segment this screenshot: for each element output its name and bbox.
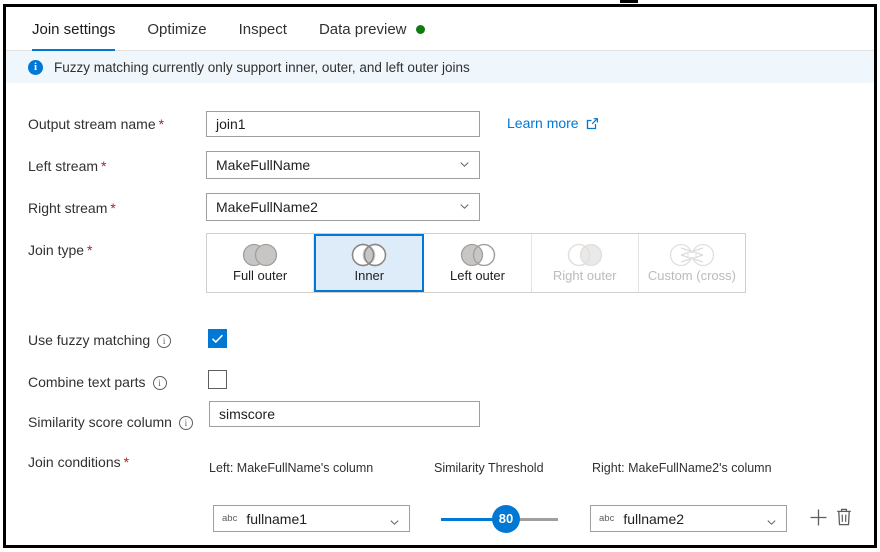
tab-join-settings[interactable]: Join settings [24,7,131,51]
label-text: Output stream name [28,116,156,132]
right-stream-value: MakeFullName2 [216,199,318,215]
tab-inspect[interactable]: Inspect [223,7,303,51]
abc-type-icon: abc [599,513,615,524]
join-type-option-inner[interactable]: Inner [314,234,425,292]
label-text: Join conditions [28,454,121,470]
chevron-down-icon [767,514,776,525]
required-marker: * [158,116,165,132]
data-preview-status-dot-icon [415,24,425,34]
info-tooltip-icon[interactable]: i [178,416,193,430]
condition-header-right: Right: MakeFullName2's column [592,461,772,475]
similarity-score-column-label: Similarity score column i [28,414,193,430]
join-type-label-text: Inner [354,268,385,283]
tab-label: Inspect [238,20,287,38]
abc-type-icon: abc [222,513,238,524]
join-type-label-text: Full outer [233,268,288,283]
similarity-score-column-input[interactable]: simscore [209,401,480,427]
label-text: Right stream [28,200,108,216]
right-column-value: fullname2 [623,510,685,527]
required-marker: * [110,200,116,216]
info-circle-icon: i [28,59,43,75]
chevron-down-icon [460,202,469,211]
join-settings-panel: Join settings Optimize Inspect Data prev… [6,7,874,545]
join-type-option-right-outer: Right outer [532,234,639,292]
tab-data-preview[interactable]: Data preview [303,7,441,51]
required-marker: * [101,158,107,174]
join-type-selector: Full outer Inner Left outer Right outer … [206,233,746,293]
delete-condition-button[interactable] [835,507,853,532]
use-fuzzy-matching-label: Use fuzzy matching i [28,332,172,348]
tab-bar: Join settings Optimize Inspect Data prev… [6,7,874,51]
right-column-dropdown[interactable]: abc fullname2 [590,505,787,532]
join-type-option-custom-cross: Custom (cross) [639,234,745,292]
left-column-dropdown[interactable]: abc fullname1 [213,505,410,532]
join-type-label-text: Right outer [552,268,617,283]
info-tooltip-icon[interactable]: i [152,376,167,390]
chevron-down-icon [390,514,399,525]
similarity-score-column-value: simscore [219,406,276,422]
output-stream-name-label: Output stream name * [28,116,164,132]
venn-full-outer-icon [237,243,283,267]
output-stream-name-input[interactable]: join1 [206,111,480,137]
tab-label: Join settings [32,20,116,38]
join-type-label: Join type * [28,242,93,258]
venn-right-outer-icon [562,243,608,267]
chevron-down-icon [460,160,469,169]
required-marker: * [87,242,93,258]
window-top-marker [620,0,638,3]
join-conditions-label: Join conditions * [28,454,129,470]
output-stream-name-value: join1 [216,116,246,132]
tab-label: Data preview [318,20,407,38]
venn-cross-icon [667,243,717,267]
slider-thumb[interactable]: 80 [492,504,520,533]
add-condition-button[interactable] [809,508,828,532]
tab-label: Optimize [147,20,207,38]
right-stream-dropdown[interactable]: MakeFullName2 [206,193,480,221]
left-column-value: fullname1 [246,510,308,527]
learn-more-label: Learn more [507,115,579,131]
required-marker: * [123,454,130,470]
label-text: Use fuzzy matching [28,332,151,348]
label-text: Left stream [28,158,99,174]
app-root: Join settings Optimize Inspect Data prev… [0,0,880,552]
label-text: Join type [28,242,85,258]
join-type-option-left-outer[interactable]: Left outer [424,234,532,292]
label-text: Combine text parts [28,374,146,390]
learn-more-link[interactable]: Learn more [507,115,599,131]
use-fuzzy-matching-checkbox[interactable] [208,329,227,348]
dialog-frame: Join settings Optimize Inspect Data prev… [3,4,877,548]
plus-icon [809,509,828,531]
tab-list: Join settings Optimize Inspect Data prev… [24,7,441,51]
join-type-label-text: Custom (cross) [647,268,736,283]
tab-optimize[interactable]: Optimize [131,7,222,51]
combine-text-parts-label: Combine text parts i [28,374,167,390]
right-stream-label: Right stream * [28,200,116,216]
join-settings-form: Output stream name * join1 Learn more Le… [6,83,874,545]
info-tooltip-icon[interactable]: i [157,334,172,348]
combine-text-parts-checkbox[interactable] [208,370,227,389]
external-link-icon [586,117,599,130]
left-stream-value: MakeFullName [216,157,311,173]
left-stream-label: Left stream * [28,158,106,174]
venn-left-outer-icon [455,243,501,267]
join-type-option-full-outer[interactable]: Full outer [207,234,315,292]
similarity-threshold-slider[interactable]: 80 [441,504,558,533]
condition-header-left: Left: MakeFullName's column [209,461,374,475]
label-text: Similarity score column [28,414,172,430]
info-message-text: Fuzzy matching currently only support in… [54,59,470,75]
condition-header-threshold: Similarity Threshold [434,461,544,475]
venn-inner-icon [346,243,392,267]
info-message-bar: i Fuzzy matching currently only support … [6,51,874,83]
left-stream-dropdown[interactable]: MakeFullName [206,151,480,179]
join-type-label-text: Left outer [450,268,505,283]
trash-icon [835,508,853,531]
